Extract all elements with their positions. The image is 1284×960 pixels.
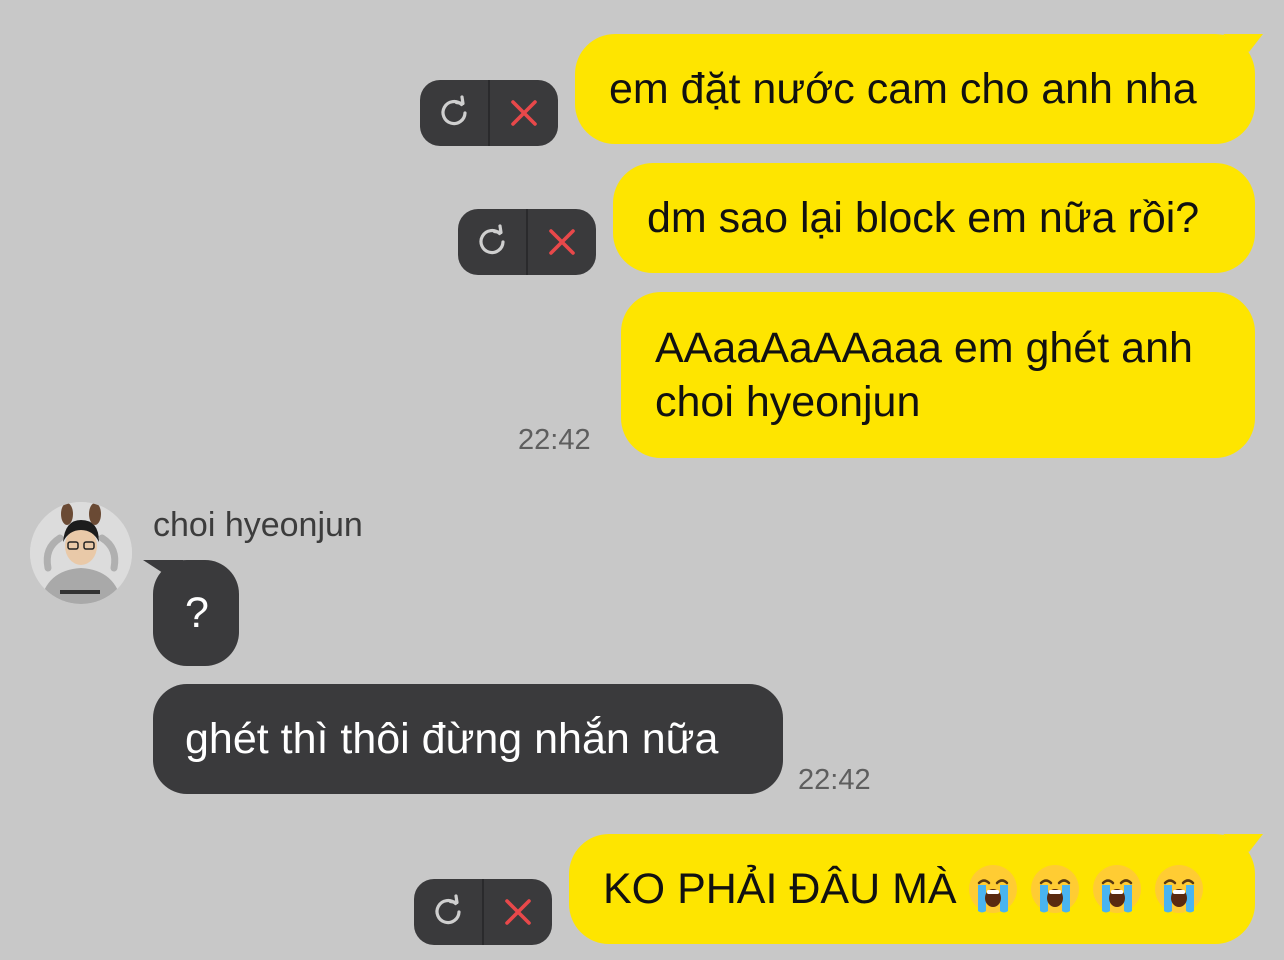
message-text-block: AAaaAaAAaaa em ghét anh choi hyeonjun [655,321,1193,429]
retry-icon [472,222,512,262]
avatar[interactable] [30,502,132,604]
sender-name: choi hyeonjun [153,506,363,544]
retry-button[interactable] [414,879,482,945]
loudly-crying-face-icon [1091,863,1143,915]
retry-icon [428,892,468,932]
bubble-tail [1223,834,1263,852]
incoming-message[interactable]: ? [143,560,239,666]
delete-button[interactable] [482,879,552,945]
message-text: KO PHẢI ĐÂU MÀ [603,865,957,913]
loudly-crying-face-icon [967,863,1019,915]
outgoing-message[interactable]: KO PHẢI ĐÂU MÀ [569,834,1263,944]
message-timestamp: 22:42 [798,764,871,796]
loudly-crying-face-icon [1029,863,1081,915]
message-1-actions [420,80,558,146]
message-text: dm sao lại block em nữa rồi? [647,194,1200,242]
close-icon [542,222,582,262]
bubble-tail [1223,34,1263,52]
delete-button[interactable] [488,80,558,146]
retry-button[interactable] [420,80,488,146]
outgoing-message[interactable]: em đặt nước cam cho anh nha [575,34,1263,144]
message-2-actions [458,209,596,275]
close-icon [498,892,538,932]
message-text: ghét thì thôi đừng nhắn nữa [185,715,719,763]
message-timestamp: 22:42 [518,424,591,456]
outgoing-message[interactable]: AAaaAaAAaaa em ghét anh choi hyeonjun [621,292,1255,458]
incoming-message[interactable]: ghét thì thôi đừng nhắn nữa [153,684,783,794]
loudly-crying-face-icon [1153,863,1205,915]
outgoing-message[interactable]: dm sao lại block em nữa rồi? [613,163,1255,273]
retry-icon [434,93,474,133]
avatar-image [30,502,132,604]
message-text: em đặt nước cam cho anh nha [609,65,1197,113]
message-text: ? [185,589,209,637]
bubble-tail [143,560,183,586]
delete-button[interactable] [526,209,596,275]
retry-button[interactable] [458,209,526,275]
message-text-line: choi hyeonjun [655,378,921,426]
message-text-line: AAaaAaAAaaa em ghét anh [655,324,1193,372]
message-4-actions [414,879,552,945]
close-icon [504,93,544,133]
